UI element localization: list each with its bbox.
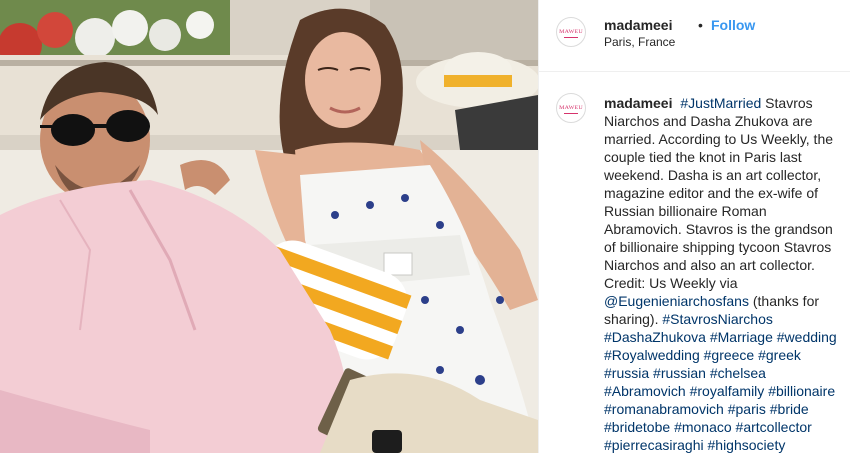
- avatar-logo-line: [564, 37, 578, 38]
- hashtag-link[interactable]: #billionaire: [768, 383, 835, 399]
- caption-avatar[interactable]: MAWEU: [556, 93, 586, 123]
- avatar[interactable]: MAWEU: [556, 17, 586, 47]
- hashtag-link[interactable]: #romanabramovich: [604, 401, 724, 417]
- post-side-panel: MAWEU madameei • Follow Paris, France MA…: [538, 0, 850, 453]
- instagram-post: MAWEU madameei • Follow Paris, France MA…: [0, 0, 850, 453]
- caption-body-text: Stavros Niarchos and Dasha Zhukova are m…: [604, 95, 834, 291]
- username-link[interactable]: madameei: [604, 17, 672, 33]
- couple-photo-illustration: [0, 0, 538, 453]
- hashtag-link[interactable]: #wedding: [777, 329, 837, 345]
- post-header: MAWEU madameei • Follow Paris, France: [539, 0, 850, 72]
- hashtag-link[interactable]: #Abramovich: [604, 383, 686, 399]
- hashtag-link[interactable]: #artcollector: [736, 419, 812, 435]
- hashtag-link[interactable]: #StavrosNiarchos: [662, 311, 773, 327]
- post-photo[interactable]: [0, 0, 538, 453]
- hashtag-link[interactable]: #monaco: [674, 419, 732, 435]
- hashtag-link[interactable]: #bridetobe: [604, 419, 670, 435]
- hashtag-link[interactable]: #russian: [653, 365, 706, 381]
- hashtag-link[interactable]: #JustMarried: [680, 95, 761, 111]
- hashtag-link[interactable]: #greece: [704, 347, 755, 363]
- mention-link[interactable]: @Eugenieniarchosfans: [604, 293, 749, 309]
- follow-button[interactable]: Follow: [711, 17, 755, 33]
- avatar-logo-text: MAWEU: [559, 105, 583, 111]
- hashtag-link[interactable]: #DashaZhukova: [604, 329, 706, 345]
- hashtag-link[interactable]: #paris: [728, 401, 766, 417]
- hashtag-link[interactable]: #Royalwedding: [604, 347, 700, 363]
- location-link[interactable]: Paris, France: [604, 35, 675, 49]
- caption-username-link[interactable]: madameei: [604, 95, 672, 111]
- hashtag-link[interactable]: #highsociety: [708, 437, 786, 453]
- hashtag-link[interactable]: #pierrecasiraghi: [604, 437, 704, 453]
- caption-area: MAWEU madameei #JustMarried Stavros Niar…: [539, 73, 850, 453]
- hashtag-link[interactable]: #bride: [770, 401, 809, 417]
- separator-dot: •: [698, 17, 703, 33]
- avatar-logo-line: [564, 113, 578, 114]
- hashtag-link[interactable]: #russia: [604, 365, 649, 381]
- hashtag-link[interactable]: #greek: [758, 347, 801, 363]
- hashtag-link[interactable]: #Marriage: [710, 329, 773, 345]
- avatar-logo-text: MAWEU: [559, 29, 583, 35]
- caption-text: madameei #JustMarried Stavros Niarchos a…: [604, 94, 844, 453]
- hashtag-link[interactable]: #royalfamily: [690, 383, 765, 399]
- hashtag-link[interactable]: #chelsea: [710, 365, 766, 381]
